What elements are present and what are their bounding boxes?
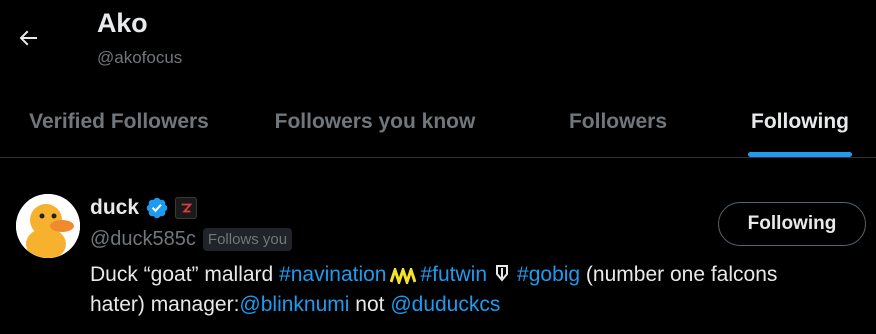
- hashtag-link[interactable]: #futwin: [420, 263, 487, 286]
- following-button[interactable]: Following: [718, 202, 866, 246]
- bio-text: not: [349, 293, 391, 316]
- page-title: Ako: [97, 8, 148, 38]
- tab-followers-you-know[interactable]: Followers you know: [238, 86, 512, 157]
- tab-bar: Verified Followers Followers you know Fo…: [0, 86, 876, 158]
- tab-label: Followers you know: [274, 109, 476, 133]
- duck-avatar-image: [16, 194, 80, 258]
- tab-label: Followers: [568, 109, 668, 133]
- page-handle: @akofocus: [97, 48, 183, 67]
- hashtag-link[interactable]: #navination: [279, 263, 386, 286]
- tab-followers[interactable]: Followers: [512, 86, 724, 157]
- verified-badge-icon: [146, 197, 168, 219]
- back-button[interactable]: [8, 18, 48, 58]
- handle-line: @duck585c Follows you: [90, 228, 293, 251]
- avatar[interactable]: [16, 194, 80, 258]
- name-line: duck: [90, 196, 198, 220]
- mention-link[interactable]: @duduckcs: [390, 293, 500, 316]
- mention-link[interactable]: @blinknumi: [239, 293, 349, 316]
- user-name[interactable]: duck: [90, 196, 139, 220]
- affiliate-badge-icon[interactable]: [175, 197, 198, 219]
- bio-text: Duck “goat” mallard: [90, 263, 280, 286]
- user-bio: Duck “goat” mallard #navination #futwin #g…: [90, 260, 830, 320]
- active-tab-indicator: [748, 152, 852, 157]
- tab-label: Verified Followers: [29, 109, 209, 133]
- user-handle[interactable]: @duck585c: [90, 228, 196, 251]
- tab-verified-followers[interactable]: Verified Followers: [0, 86, 238, 157]
- tab-following[interactable]: Following: [724, 86, 876, 157]
- user-cell[interactable]: duck @duck585c Follows you Following Duc…: [0, 186, 876, 334]
- top-bar: Ako @akofocus: [0, 0, 876, 76]
- tab-label: Following: [751, 109, 849, 133]
- navi-logo-icon: [390, 268, 417, 284]
- hashtag-link[interactable]: #gobig: [517, 263, 580, 286]
- arrow-left-icon: [19, 30, 37, 46]
- team-logo-icon: [496, 265, 509, 282]
- follows-you-badge: Follows you: [202, 228, 293, 251]
